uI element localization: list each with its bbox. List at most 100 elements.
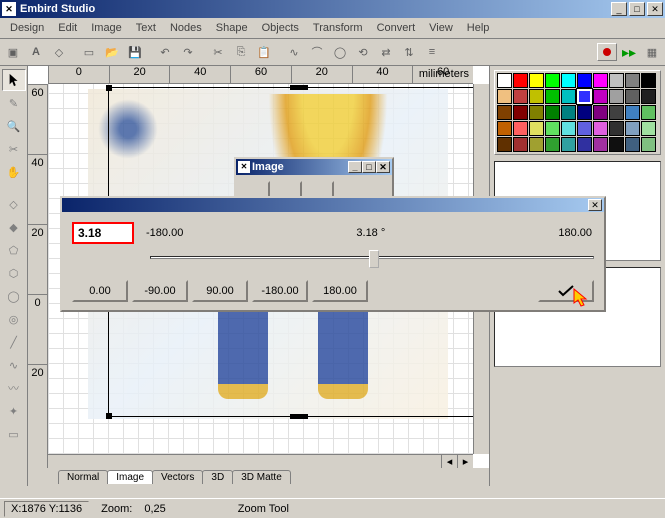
color-swatch[interactable]	[641, 121, 656, 136]
color-swatch[interactable]	[625, 121, 640, 136]
rotation-value-input[interactable]	[72, 222, 134, 244]
tool-cut-icon[interactable]: ✂	[207, 41, 229, 63]
color-swatch[interactable]	[625, 105, 640, 120]
menu-design[interactable]: Design	[4, 20, 50, 36]
color-swatch[interactable]	[497, 121, 512, 136]
play-button[interactable]: ▸▸	[618, 41, 640, 63]
color-swatch[interactable]	[561, 121, 576, 136]
tool-align-icon[interactable]: ≡	[421, 41, 443, 63]
color-swatch[interactable]	[545, 89, 560, 104]
tool-rotate-icon[interactable]: ⟲	[352, 41, 374, 63]
rotation-titlebar[interactable]: ✕	[62, 198, 604, 212]
color-swatch[interactable]	[641, 73, 656, 88]
menu-view[interactable]: View	[423, 20, 459, 36]
menu-image[interactable]: Image	[85, 20, 128, 36]
tab-image[interactable]: Image	[107, 470, 153, 484]
color-swatch[interactable]	[561, 105, 576, 120]
color-swatch[interactable]	[545, 73, 560, 88]
color-swatch[interactable]	[577, 105, 592, 120]
crop-tool[interactable]: ✂	[2, 138, 26, 160]
tool-save-icon[interactable]: 💾	[124, 41, 146, 63]
color-swatch[interactable]	[593, 137, 608, 152]
menu-shape[interactable]: Shape	[210, 20, 254, 36]
shape-wave-tool[interactable]: ∿	[2, 354, 26, 376]
color-swatch[interactable]	[577, 121, 592, 136]
color-swatch[interactable]	[497, 105, 512, 120]
shape-poly-tool[interactable]: ⬠	[2, 239, 26, 261]
color-swatch[interactable]	[545, 137, 560, 152]
color-swatch[interactable]	[529, 137, 544, 152]
menu-edit[interactable]: Edit	[52, 20, 83, 36]
shape-outline-tool[interactable]: ◇	[2, 193, 26, 215]
color-swatch[interactable]	[625, 137, 640, 152]
color-swatch[interactable]	[545, 121, 560, 136]
rotation-slider[interactable]	[150, 248, 594, 268]
color-swatch[interactable]	[513, 137, 528, 152]
hand-tool[interactable]: ✋	[2, 161, 26, 183]
color-swatch[interactable]	[513, 121, 528, 136]
color-swatch[interactable]	[593, 73, 608, 88]
tool-select-icon[interactable]: ▣	[2, 41, 24, 63]
image-window-titlebar[interactable]: Image _ □ ✕	[236, 159, 392, 175]
menu-nodes[interactable]: Nodes	[164, 20, 208, 36]
shape-line-tool[interactable]: ╱	[2, 331, 26, 353]
color-swatch[interactable]	[641, 89, 656, 104]
tool-undo-icon[interactable]: ↶	[154, 41, 176, 63]
color-swatch[interactable]	[529, 121, 544, 136]
preset-90-button[interactable]: 90.00	[192, 280, 248, 302]
color-swatch[interactable]	[497, 137, 512, 152]
menu-help[interactable]: Help	[461, 20, 496, 36]
edit-tool[interactable]: ✎	[2, 92, 26, 114]
menu-convert[interactable]: Convert	[371, 20, 422, 36]
color-swatch[interactable]	[609, 73, 624, 88]
color-swatch[interactable]	[625, 73, 640, 88]
tool-redo-icon[interactable]: ↷	[177, 41, 199, 63]
tool-arc-icon[interactable]: ⌒	[306, 41, 328, 63]
menu-text[interactable]: Text	[130, 20, 162, 36]
tab-3d[interactable]: 3D	[202, 470, 233, 484]
tool-open-icon[interactable]: 📂	[101, 41, 123, 63]
tab-3d-matte[interactable]: 3D Matte	[232, 470, 291, 484]
rotation-dialog[interactable]: ✕ -180.00 3.18 ° 180.00 0.00 -90.00 90.0…	[60, 196, 606, 312]
tab-vectors[interactable]: Vectors	[152, 470, 203, 484]
preset-neg90-button[interactable]: -90.00	[132, 280, 188, 302]
record-button[interactable]	[597, 43, 617, 61]
tool-shape-icon[interactable]: ◯	[329, 41, 351, 63]
menu-objects[interactable]: Objects	[256, 20, 305, 36]
shape-rect-tool[interactable]: ▭	[2, 423, 26, 445]
tool-text-icon[interactable]: A	[25, 41, 47, 63]
color-swatch[interactable]	[609, 121, 624, 136]
tool-paste-icon[interactable]: 📋	[253, 41, 275, 63]
shape-spiral-tool[interactable]: ◎	[2, 308, 26, 330]
tab-normal[interactable]: Normal	[58, 470, 108, 484]
menu-transform[interactable]: Transform	[307, 20, 369, 36]
color-swatch[interactable]	[561, 137, 576, 152]
preset-neg180-button[interactable]: -180.00	[252, 280, 308, 302]
color-swatch[interactable]	[577, 89, 592, 104]
color-swatch[interactable]	[641, 137, 656, 152]
tool-node-icon[interactable]: ◇	[48, 41, 70, 63]
rotation-slider-thumb[interactable]	[369, 250, 379, 268]
color-swatch[interactable]	[497, 89, 512, 104]
arrow-tool[interactable]	[2, 69, 26, 91]
color-swatch[interactable]	[529, 73, 544, 88]
shape-blob-tool[interactable]: ⬡	[2, 262, 26, 284]
tool-extra-icon[interactable]: ▦	[641, 41, 663, 63]
close-button[interactable]: ✕	[647, 2, 663, 16]
color-swatch[interactable]	[593, 105, 608, 120]
shape-zigzag-tool[interactable]: 〰	[2, 377, 26, 399]
color-swatch[interactable]	[529, 105, 544, 120]
shape-fill-tool[interactable]: ◆	[2, 216, 26, 238]
color-swatch[interactable]	[529, 89, 544, 104]
color-swatch[interactable]	[561, 73, 576, 88]
color-swatch[interactable]	[513, 89, 528, 104]
color-swatch[interactable]	[545, 105, 560, 120]
minimize-button[interactable]: _	[611, 2, 627, 16]
maximize-button[interactable]: □	[629, 2, 645, 16]
color-swatch[interactable]	[609, 89, 624, 104]
shape-circle-tool[interactable]: ◯	[2, 285, 26, 307]
image-window-minimize[interactable]: _	[348, 161, 362, 173]
color-swatch[interactable]	[593, 89, 608, 104]
color-swatch[interactable]	[593, 121, 608, 136]
color-swatch[interactable]	[641, 105, 656, 120]
